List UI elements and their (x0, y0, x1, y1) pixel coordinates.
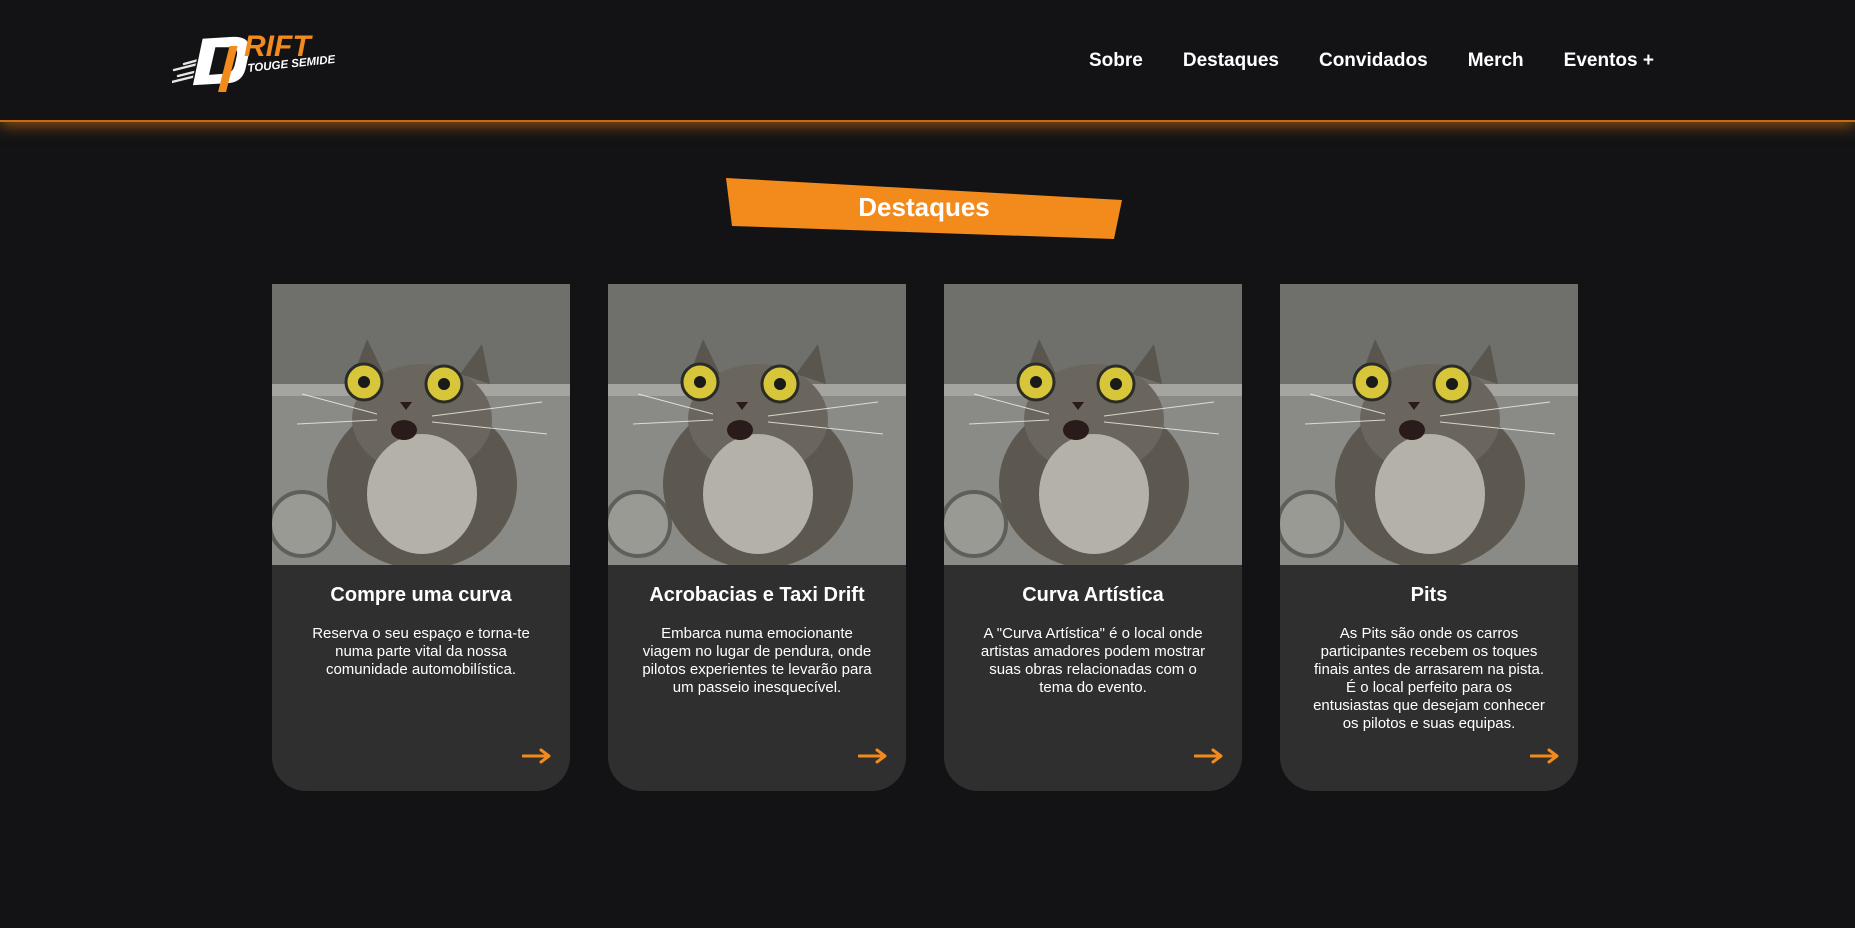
card-pits[interactable]: Pits As Pits são onde os carros particip… (1280, 284, 1578, 791)
nav-sobre[interactable]: Sobre (1089, 50, 1143, 72)
card-image (1280, 284, 1578, 565)
card-title: Pits (1410, 584, 1448, 606)
card-text: As Pits são onde os carros participantes… (1313, 625, 1545, 732)
main-nav: Sobre Destaques Convidados Merch Eventos… (1089, 46, 1654, 76)
section-title-banner: Destaques (726, 178, 1122, 240)
drift-logo[interactable]: RIFT TOUGE SEMIDE (172, 12, 372, 102)
card-text: Embarca numa emocionante viagem no lugar… (642, 625, 872, 696)
arrow-right-icon[interactable] (522, 748, 552, 764)
card-compre-uma-curva[interactable]: Compre uma curva Reserva o seu espaço e … (272, 284, 570, 791)
arrow-right-icon[interactable] (1194, 748, 1224, 764)
card-text: Reserva o seu espaço e torna-te numa par… (312, 625, 530, 678)
card-image (608, 284, 906, 565)
card-title: Curva Artística (1022, 584, 1164, 606)
nav-destaques[interactable]: Destaques (1183, 50, 1279, 72)
arrow-right-icon[interactable] (858, 748, 888, 764)
site-header: RIFT TOUGE SEMIDE Sobre Destaques Convid… (0, 0, 1855, 122)
card-text: A "Curva Artística" é o local onde artis… (980, 625, 1206, 696)
nav-convidados[interactable]: Convidados (1319, 50, 1428, 72)
highlights-cards: Compre uma curva Reserva o seu espaço e … (272, 284, 1578, 791)
arrow-right-icon[interactable] (1530, 748, 1560, 764)
card-title: Compre uma curva (330, 584, 512, 606)
card-image (272, 284, 570, 565)
nav-merch[interactable]: Merch (1468, 50, 1524, 72)
card-acrobacias-taxi-drift[interactable]: Acrobacias e Taxi Drift Embarca numa emo… (608, 284, 906, 791)
card-curva-artistica[interactable]: Curva Artística A "Curva Artística" é o … (944, 284, 1242, 791)
nav-eventos[interactable]: Eventos + (1564, 50, 1654, 72)
card-title: Acrobacias e Taxi Drift (649, 584, 865, 606)
card-image (944, 284, 1242, 565)
section-title: Destaques (858, 192, 990, 222)
